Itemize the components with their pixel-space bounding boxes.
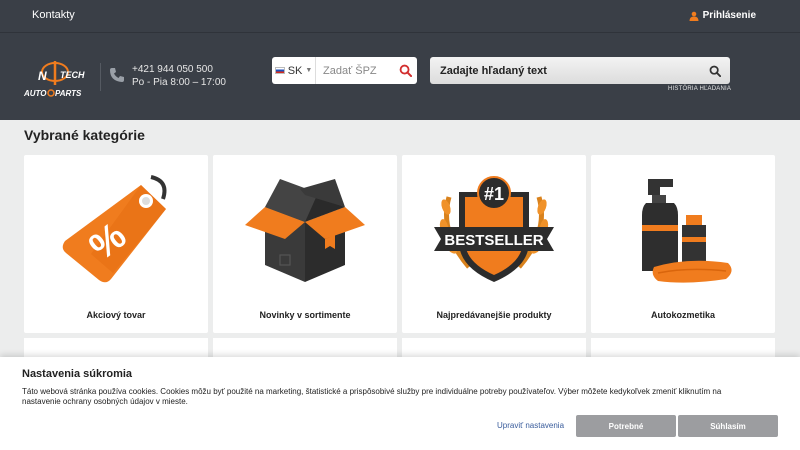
- country-code: SK: [287, 64, 303, 77]
- cookie-banner: Nastavenia súkromia Táto webová stránka …: [0, 357, 800, 450]
- bestseller-badge-icon: #1 BESTSELLER: [434, 176, 554, 282]
- category-grid-row-2: [24, 338, 776, 358]
- contact-info: +421 944 050 500 Po - Pia 8:00 – 17:00: [132, 63, 226, 89]
- badge-text: BESTSELLER: [444, 232, 543, 249]
- category-card-sale[interactable]: % Akciový tovar: [24, 155, 208, 333]
- phone-number[interactable]: +421 944 050 500: [132, 63, 226, 76]
- header: N TECH AUTO PARTS +421 944 050 500 Po - …: [0, 32, 800, 120]
- logo-divider: [100, 63, 101, 91]
- necessary-cookies-button[interactable]: Potrebné: [576, 415, 676, 437]
- chevron-down-icon: ▼: [305, 67, 313, 74]
- product-search-input[interactable]: Zadajte hľadaný text: [430, 65, 700, 77]
- country-select[interactable]: SK ▼: [272, 57, 316, 84]
- accept-cookies-button[interactable]: Súhlasím: [678, 415, 778, 437]
- license-plate-input[interactable]: Zadať ŠPZ: [316, 65, 393, 77]
- category-card-car-cosmetics[interactable]: Autokozmetika: [591, 155, 775, 333]
- badge-number: #1: [484, 184, 504, 204]
- search-icon: [709, 65, 721, 77]
- percent-tag-icon: %: [62, 175, 167, 283]
- license-plate-search: SK ▼ Zadať ŠPZ: [272, 57, 417, 84]
- logo-word-tech: TECH: [60, 70, 85, 80]
- phone-icon: [110, 68, 124, 82]
- cookie-text: Táto webová stránka používa cookies. Coo…: [22, 387, 722, 406]
- slovakia-flag-icon: [274, 67, 285, 74]
- category-card-bestseller[interactable]: #1 BESTSELLER Najpredávanejšie produkty: [402, 155, 586, 333]
- category-grid: % Akciový tovar Novinky v sortimente #1 …: [24, 155, 776, 335]
- category-card[interactable]: [213, 338, 397, 358]
- category-label: Autokozmetika: [650, 310, 715, 320]
- opening-hours: Po - Pia 8:00 – 17:00: [132, 77, 226, 88]
- category-label: Akciový tovar: [86, 310, 146, 320]
- user-icon: [689, 11, 699, 21]
- login-link[interactable]: Prihlásenie: [689, 10, 756, 21]
- search-icon: [399, 64, 412, 77]
- cookie-title: Nastavenia súkromia: [22, 368, 133, 380]
- category-card[interactable]: [402, 338, 586, 358]
- edit-settings-link[interactable]: Upraviť nastavenia: [497, 421, 564, 430]
- login-label: Prihlásenie: [702, 10, 756, 21]
- section-title: Vybrané kategórie: [24, 127, 145, 143]
- logo-word-auto: AUTO: [23, 89, 47, 98]
- open-box-icon: [245, 179, 365, 282]
- logo-word-parts: PARTS: [55, 89, 82, 98]
- cosmetics-bottles-icon: [642, 179, 732, 283]
- product-search-button[interactable]: [700, 65, 730, 77]
- category-label: Najpredávanejšie produkty: [436, 310, 552, 320]
- category-card-new[interactable]: Novinky v sortimente: [213, 155, 397, 333]
- license-plate-search-button[interactable]: [393, 64, 417, 77]
- logo-letter-n: N: [38, 69, 47, 83]
- product-search: Zadajte hľadaný text: [430, 57, 730, 84]
- logo[interactable]: N TECH AUTO PARTS: [22, 55, 86, 101]
- contacts-link[interactable]: Kontakty: [32, 9, 75, 21]
- category-card[interactable]: [24, 338, 208, 358]
- search-history-link[interactable]: HISTÓRIA HĽADANIA: [668, 86, 731, 92]
- category-card[interactable]: [591, 338, 775, 358]
- category-label: Novinky v sortimente: [259, 310, 351, 320]
- top-bar: Kontakty Prihlásenie: [0, 0, 800, 32]
